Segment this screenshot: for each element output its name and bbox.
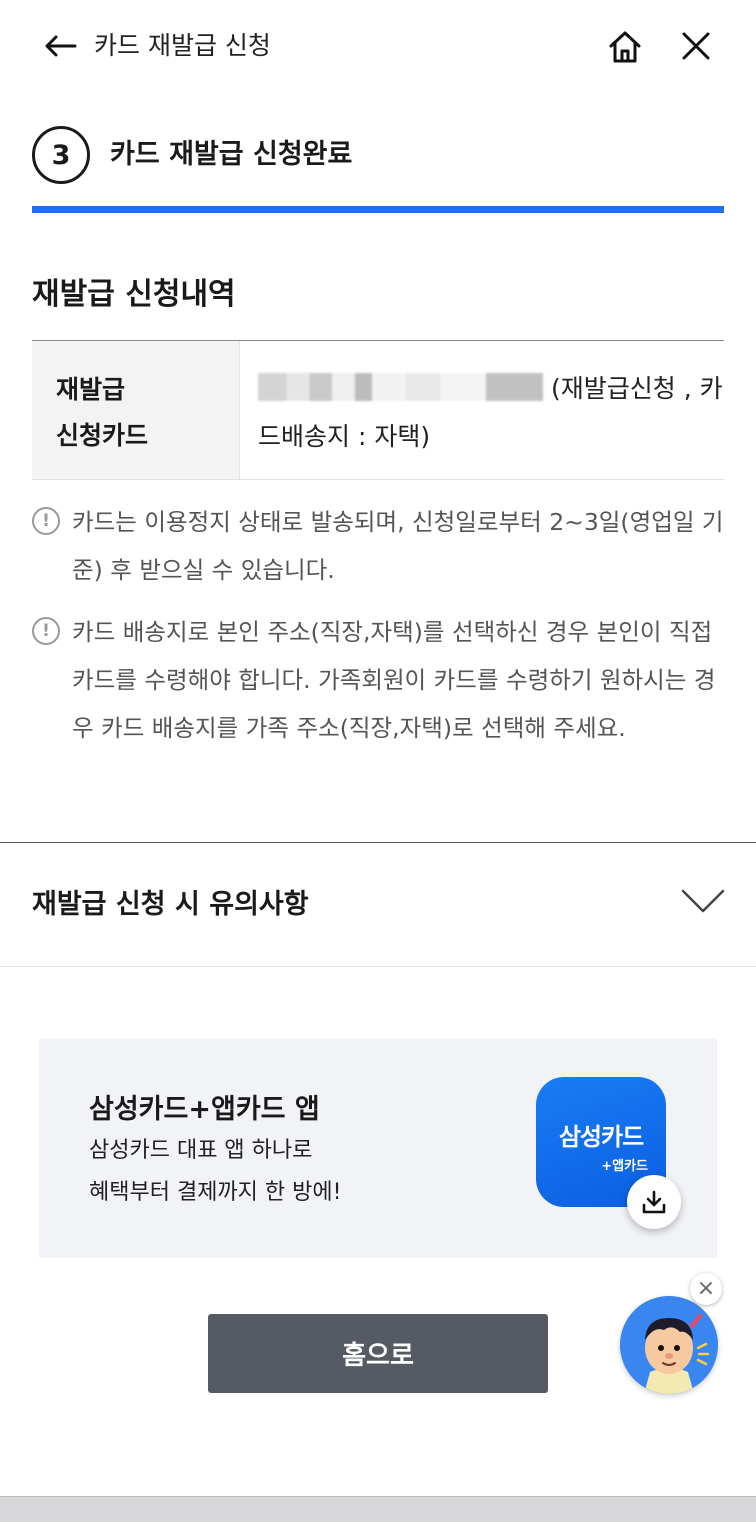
notice-list: ! 카드는 이용정지 상태로 발송되며, 신청일로부터 2~3일(영업일 기준)… <box>32 498 724 766</box>
exclamation-circle-icon: ! <box>32 617 60 645</box>
close-icon: × <box>696 1276 716 1301</box>
step-number: 3 <box>32 126 90 184</box>
chatbot-close-button[interactable]: × <box>690 1273 722 1305</box>
top-app-bar: 카드 재발급 신청 <box>0 0 756 92</box>
precautions-accordion[interactable]: 재발급 신청 시 유의사항 <box>0 843 756 967</box>
step-progress-bar <box>32 206 724 213</box>
back-button[interactable] <box>40 26 80 66</box>
table-value-cell: (재발급신청 , 카드배송지 : 자택) <box>240 341 724 479</box>
row-label-line2: 신청카드 <box>56 421 149 450</box>
notice-item: ! 카드는 이용정지 상태로 발송되며, 신청일로부터 2~3일(영업일 기준)… <box>32 498 724 594</box>
app-icon-sublabel: +앱카드 <box>601 1159 648 1174</box>
chatbot-character-icon <box>620 1296 718 1394</box>
arrow-left-icon <box>45 35 77 57</box>
banner-title: 삼성카드+앱카드 앱 <box>89 1094 320 1125</box>
download-button[interactable] <box>627 1175 681 1229</box>
section-title: 재발급 신청내역 <box>32 277 236 312</box>
notice-text: 카드는 이용정지 상태로 발송되며, 신청일로부터 2~3일(영업일 기준) 후… <box>72 508 724 584</box>
step-indicator: 3 카드 재발급 신청완료 <box>32 126 724 186</box>
page-title: 카드 재발급 신청 <box>94 31 271 60</box>
notice-text: 카드 배송지로 본인 주소(직장,자택)를 선택하신 경우 본인이 직접 카드를… <box>72 618 716 742</box>
app-icon-label: 삼성카드 <box>558 1123 644 1151</box>
chatbot-launcher[interactable] <box>620 1296 718 1394</box>
exclamation-circle-icon: ! <box>32 507 60 535</box>
masked-card-number <box>258 373 543 401</box>
request-summary-table: 재발급 신청카드 (재발급신청 , 카드배송지 : 자택) <box>32 340 724 480</box>
home-icon <box>609 31 641 63</box>
app-promo-banner[interactable]: 삼성카드+앱카드 앱 삼성카드 대표 앱 하나로 혜택부터 결제까지 한 방에!… <box>39 1039 717 1258</box>
banner-line-2: 혜택부터 결제까지 한 방에! <box>89 1180 342 1205</box>
table-header-cell: 재발급 신청카드 <box>32 341 240 479</box>
go-home-button[interactable]: 홈으로 <box>208 1314 548 1393</box>
banner-line-1: 삼성카드 대표 앱 하나로 <box>89 1138 313 1163</box>
close-icon <box>682 32 710 60</box>
step-title: 카드 재발급 신청완료 <box>110 139 353 170</box>
close-button[interactable] <box>674 24 718 68</box>
accordion-title: 재발급 신청 시 유의사항 <box>32 889 309 920</box>
row-label-line1: 재발급 <box>56 375 126 404</box>
download-icon <box>642 1190 666 1214</box>
chevron-down-icon <box>681 889 725 913</box>
home-nav-button[interactable] <box>602 24 648 70</box>
notice-item: ! 카드 배송지로 본인 주소(직장,자택)를 선택하신 경우 본인이 직접 카… <box>32 608 724 752</box>
bottom-system-bar <box>0 1496 756 1522</box>
